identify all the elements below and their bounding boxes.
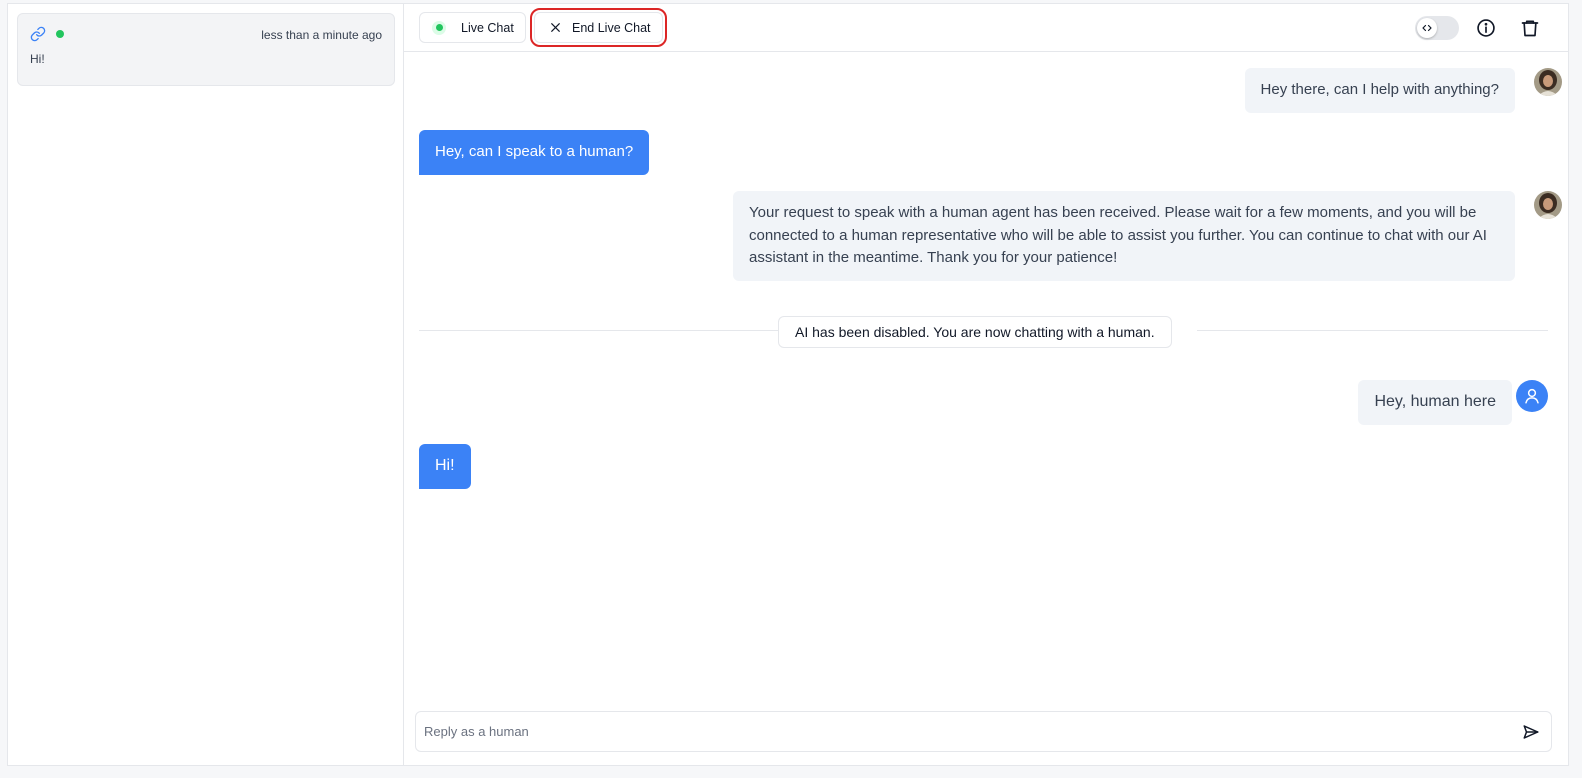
- user-message: Hi!: [419, 444, 471, 489]
- online-status-dot: [56, 30, 64, 38]
- system-notice: AI has been disabled. You are now chatti…: [778, 316, 1172, 348]
- assistant-message: Your request to speak with a human agent…: [733, 191, 1515, 281]
- conversation-card[interactable]: less than a minute ago Hi!: [17, 13, 395, 86]
- message-text: Hey there, can I help with anything?: [1260, 81, 1499, 98]
- delete-button[interactable]: [1519, 17, 1541, 39]
- divider: [419, 330, 778, 331]
- chat-toolbar: Live Chat End Live Chat: [404, 4, 1568, 52]
- user-message: Hey, can I speak to a human?: [419, 130, 650, 175]
- human-agent-avatar: [1516, 380, 1548, 412]
- assistant-avatar: [1534, 191, 1562, 219]
- embed-code-toggle[interactable]: [1415, 16, 1459, 40]
- send-icon: [1523, 725, 1539, 739]
- end-live-chat-label: End Live Chat: [572, 20, 651, 35]
- message-text: Hey, can I speak to a human?: [435, 143, 634, 160]
- message-text: Hi!: [435, 457, 455, 474]
- app-frame: less than a minute ago Hi! Live Chat End…: [7, 3, 1569, 766]
- system-notice-text: AI has been disabled. You are now chatti…: [795, 324, 1155, 340]
- reply-composer: [415, 711, 1552, 752]
- conversation-preview: Hi!: [30, 52, 45, 66]
- code-icon: [1417, 18, 1437, 38]
- assistant-avatar: [1534, 68, 1562, 96]
- link-icon: [30, 26, 46, 42]
- close-icon: [551, 23, 560, 32]
- live-status-icon: [432, 20, 446, 35]
- assistant-message: Hey there, can I help with anything?: [1244, 68, 1515, 113]
- info-icon: [1477, 19, 1495, 37]
- trash-icon: [1521, 20, 1539, 37]
- conversation-sidebar: less than a minute ago Hi!: [8, 4, 404, 765]
- end-live-chat-button[interactable]: End Live Chat: [530, 8, 667, 47]
- human-agent-message: Hey, human here: [1358, 380, 1512, 425]
- user-icon: [1525, 388, 1539, 404]
- divider: [1197, 330, 1548, 331]
- live-chat-label: Live Chat: [461, 20, 514, 35]
- message-text: Hey, human here: [1374, 393, 1496, 410]
- message-text: Your request to speak with a human agent…: [749, 204, 1487, 266]
- info-button[interactable]: [1475, 17, 1497, 39]
- chat-panel: Live Chat End Live Chat Hey there, can I…: [404, 4, 1568, 765]
- send-button[interactable]: [1521, 722, 1541, 742]
- reply-input[interactable]: [424, 712, 1504, 751]
- conversation-time: less than a minute ago: [261, 28, 382, 42]
- live-chat-button[interactable]: Live Chat: [419, 12, 526, 43]
